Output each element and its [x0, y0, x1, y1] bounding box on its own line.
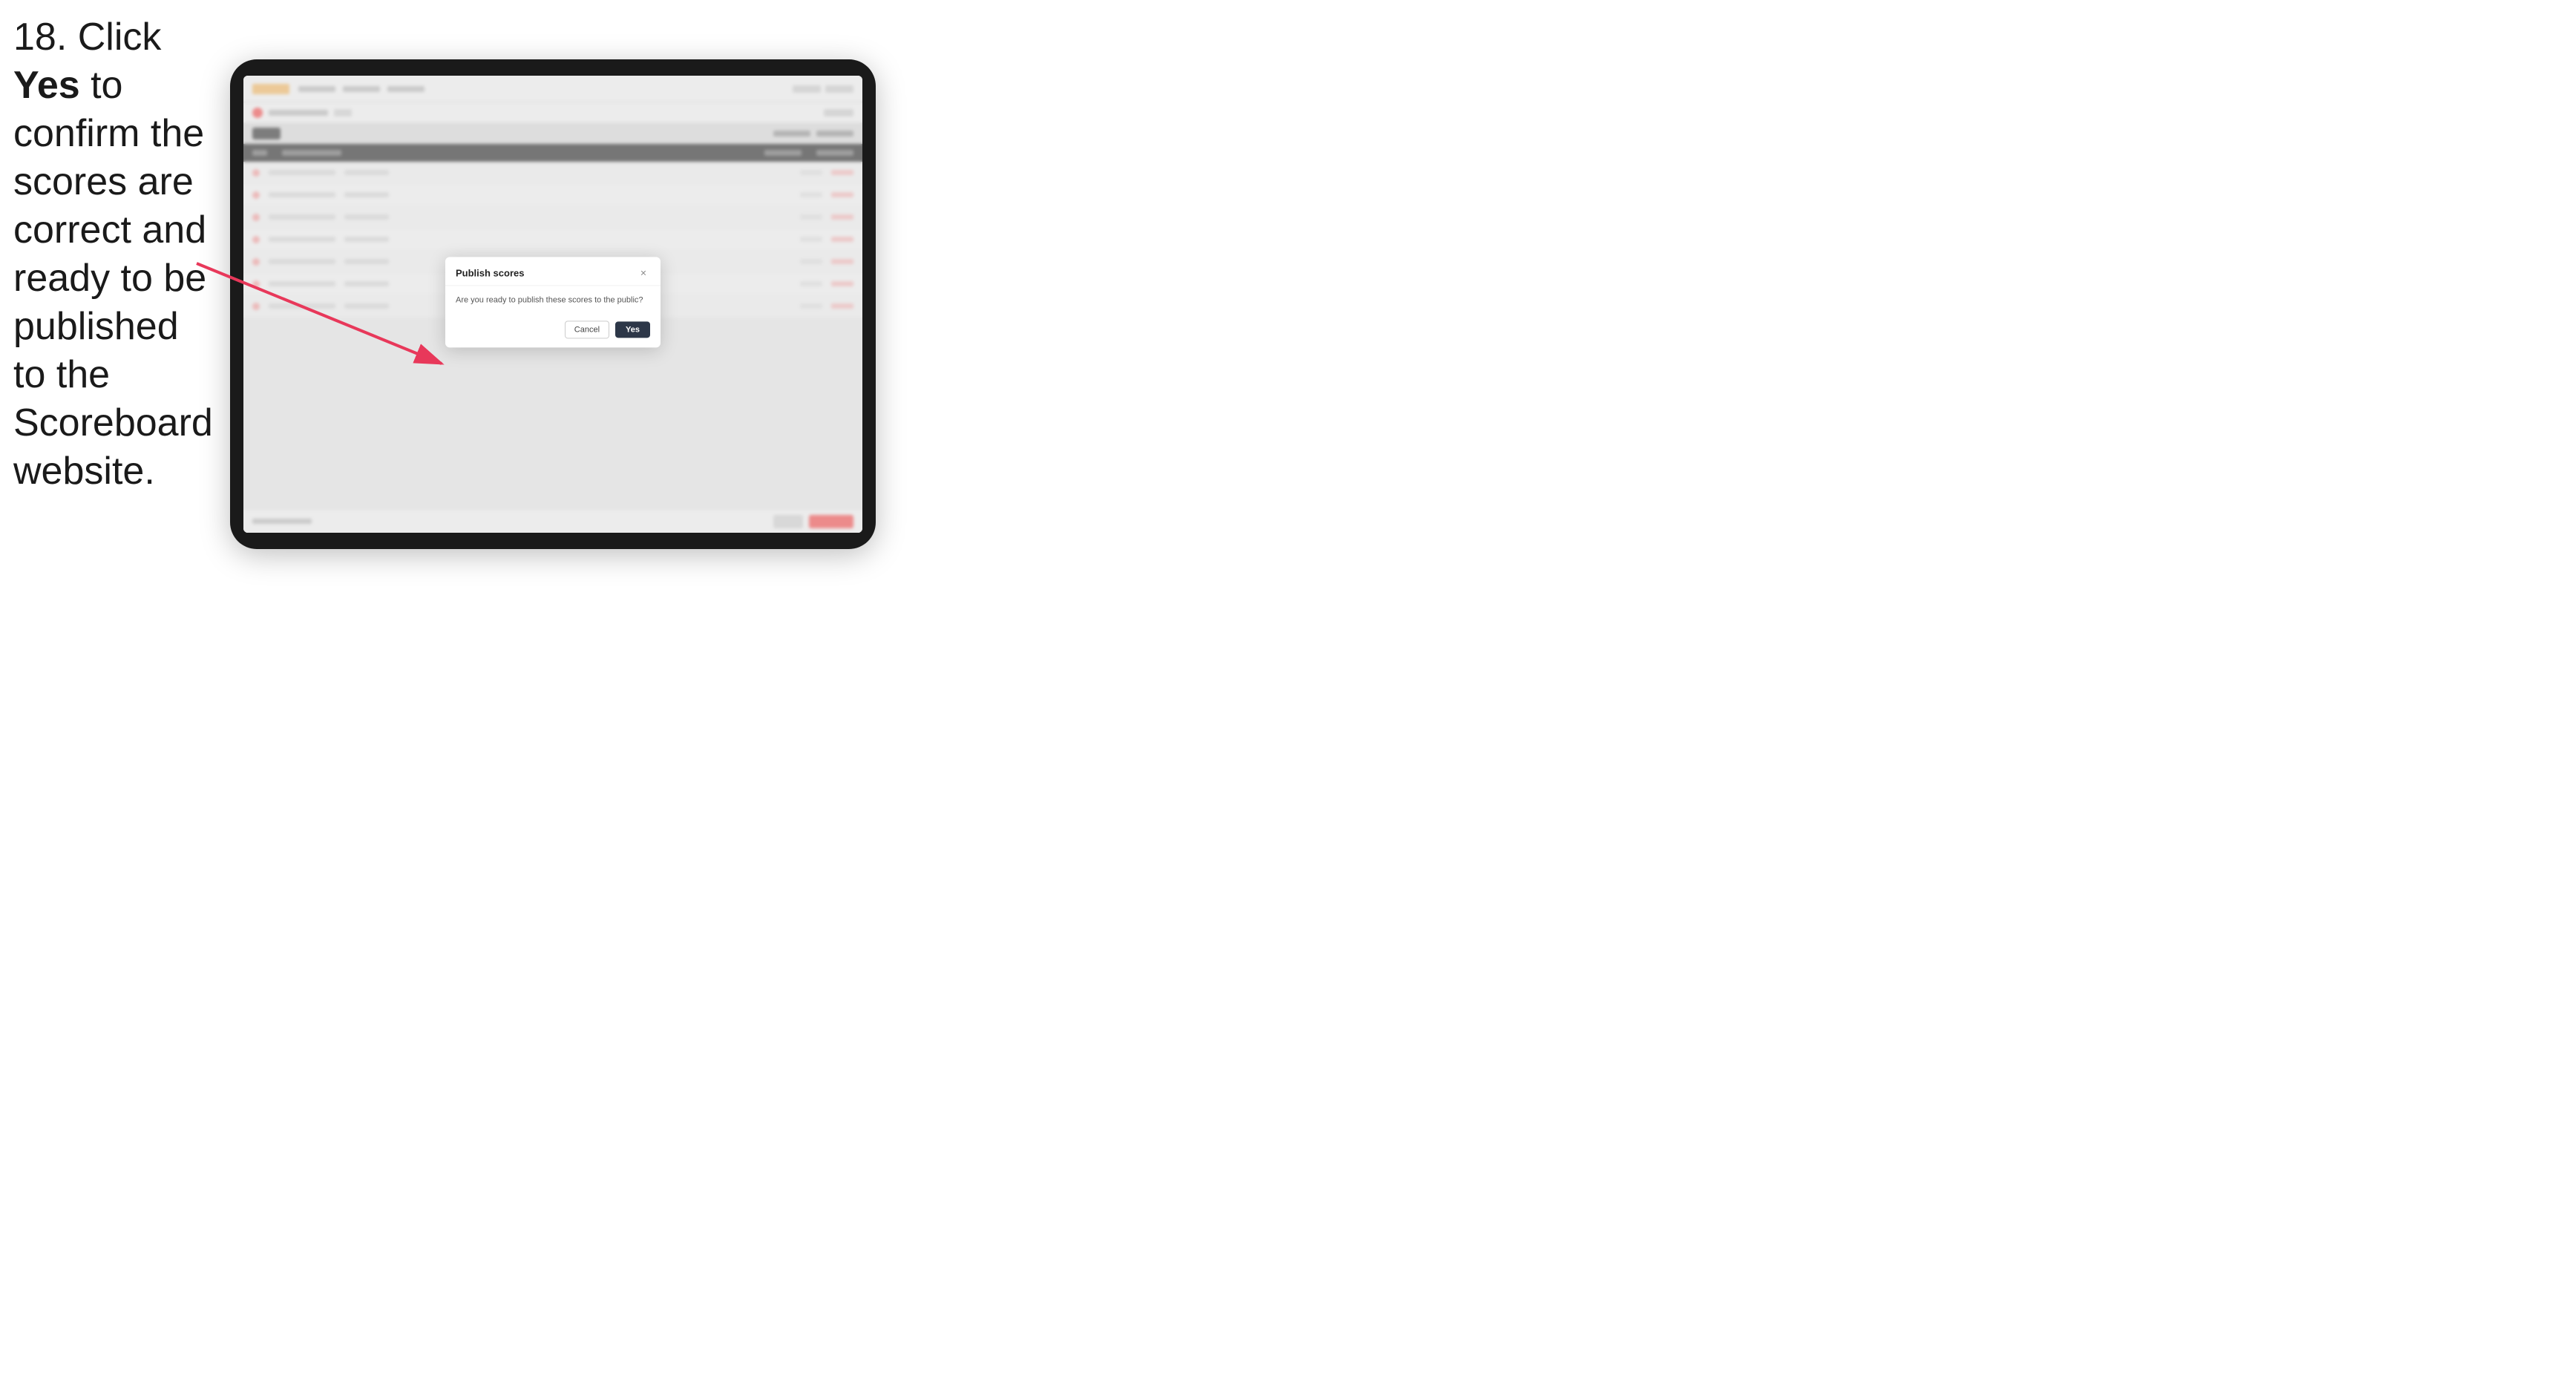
publish-scores-dialog: Publish scores × Are you ready to publis…: [445, 257, 661, 347]
cancel-button[interactable]: Cancel: [565, 321, 609, 339]
dialog-header: Publish scores ×: [445, 257, 661, 286]
tablet-screen: Publish scores × Are you ready to publis…: [243, 76, 862, 533]
tablet-body: Publish scores × Are you ready to publis…: [230, 59, 876, 549]
yes-button[interactable]: Yes: [615, 322, 650, 338]
dialog-close-button[interactable]: ×: [637, 266, 650, 279]
instruction-text: 18. Click Yes to confirm the scores are …: [13, 13, 221, 496]
dialog-title: Publish scores: [456, 267, 524, 278]
dialog-footer: Cancel Yes: [445, 315, 661, 348]
tablet-device: Publish scores × Are you ready to publis…: [230, 59, 876, 549]
dialog-body: Are you ready to publish these scores to…: [445, 286, 661, 315]
